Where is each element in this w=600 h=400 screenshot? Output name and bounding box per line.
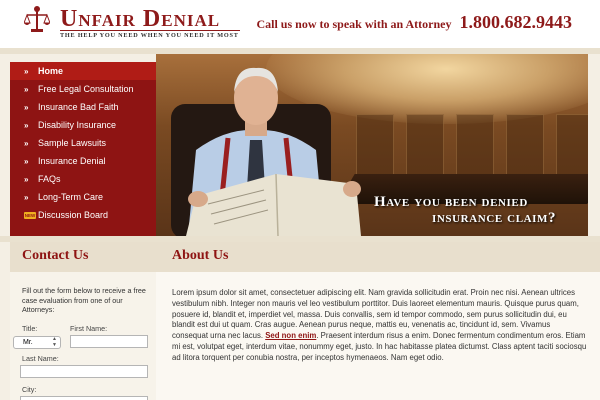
nav-item-free-legal-consultation[interactable]: » Free Legal Consultation [10, 80, 156, 98]
call-label: Call us now to speak with an Attorney [256, 17, 452, 31]
nav-item-insurance-denial[interactable]: » Insurance Denial [10, 152, 156, 170]
nav-label: Free Legal Consultation [38, 84, 134, 94]
chevron-right-icon: » [24, 102, 29, 112]
scales-of-justice-icon[interactable] [24, 5, 50, 35]
nav-label: Discussion Board [38, 210, 109, 220]
about-heading: About Us [156, 242, 600, 272]
chevron-right-icon: » [24, 84, 29, 94]
nav-item-sample-lawsuits[interactable]: » Sample Lawsuits [10, 134, 156, 152]
nav-label: Insurance Denial [38, 156, 106, 166]
nav-label: FAQs [38, 174, 61, 184]
new-badge-icon: NEW [24, 211, 36, 219]
tagline: THE HELP YOU NEED WHEN YOU NEED IT MOST [60, 32, 239, 39]
hero-banner: Have you been denied insurance claim? [156, 54, 588, 236]
nav-label: Sample Lawsuits [38, 138, 107, 148]
last-name-input[interactable] [20, 365, 148, 378]
nav-item-faqs[interactable]: » FAQs [10, 170, 156, 188]
nav-item-home[interactable]: » Home [10, 62, 156, 80]
contact-heading: Contact Us [10, 242, 156, 272]
sed-non-enim-link[interactable]: Sed non enim [265, 331, 316, 340]
nav-label: Home [38, 66, 64, 76]
nav-item-insurance-bad-faith[interactable]: » Insurance Bad Faith [10, 98, 156, 116]
title-select[interactable]: Mr. ▲ ▼ [13, 336, 61, 349]
nav-item-long-term-care[interactable]: » Long-Term Care [10, 188, 156, 206]
first-name-label: First Name: [70, 324, 108, 333]
chevron-right-icon: » [24, 120, 29, 130]
chevron-right-icon: » [24, 138, 29, 148]
phone-number[interactable]: 1.800.682.9443 [460, 12, 573, 32]
title-select-value: Mr. [23, 339, 33, 346]
contact-intro: Fill out the form below to receive a fre… [22, 286, 146, 314]
nav-label: Insurance Bad Faith [38, 102, 119, 112]
sidebar-nav: » Home » Free Legal Consultation » Insur… [10, 62, 156, 236]
city-label: City: [22, 385, 37, 394]
first-name-input[interactable] [70, 335, 148, 348]
nav-label: Disability Insurance [38, 120, 117, 130]
chevron-right-icon: » [24, 66, 29, 76]
call-text: Call us now to speak with an Attorney 1.… [256, 12, 572, 33]
nav-label: Long-Term Care [38, 192, 104, 202]
site-header: Unfair Denial THE HELP YOU NEED WHEN YOU… [0, 0, 600, 48]
select-arrows-icon: ▲ ▼ [52, 336, 57, 348]
about-body: Lorem ipsum dolor sit amet, consectetuer… [172, 288, 588, 364]
last-name-label: Last Name: [22, 354, 59, 363]
title-label: Title: [22, 324, 38, 333]
logo-text[interactable]: Unfair Denial [60, 6, 220, 33]
nav-item-discussion-board[interactable]: NEW Discussion Board [10, 206, 156, 224]
about-section: About Us Lorem ipsum dolor sit amet, con… [156, 242, 600, 400]
hero-line-1: Have you been denied [374, 194, 528, 210]
call-bar: Call us now to speak with an Attorney 1.… [256, 0, 600, 48]
hero-headline: Have you been denied insurance claim? [374, 194, 584, 226]
hero-line-2: insurance claim? [432, 210, 557, 226]
nav-item-disability-insurance[interactable]: » Disability Insurance [10, 116, 156, 134]
man-reading-newspaper-image [171, 67, 361, 236]
chevron-right-icon: » [24, 192, 29, 202]
logo-rule [60, 30, 240, 31]
city-input[interactable] [20, 396, 148, 400]
chevron-right-icon: » [24, 174, 29, 184]
chevron-right-icon: » [24, 156, 29, 166]
